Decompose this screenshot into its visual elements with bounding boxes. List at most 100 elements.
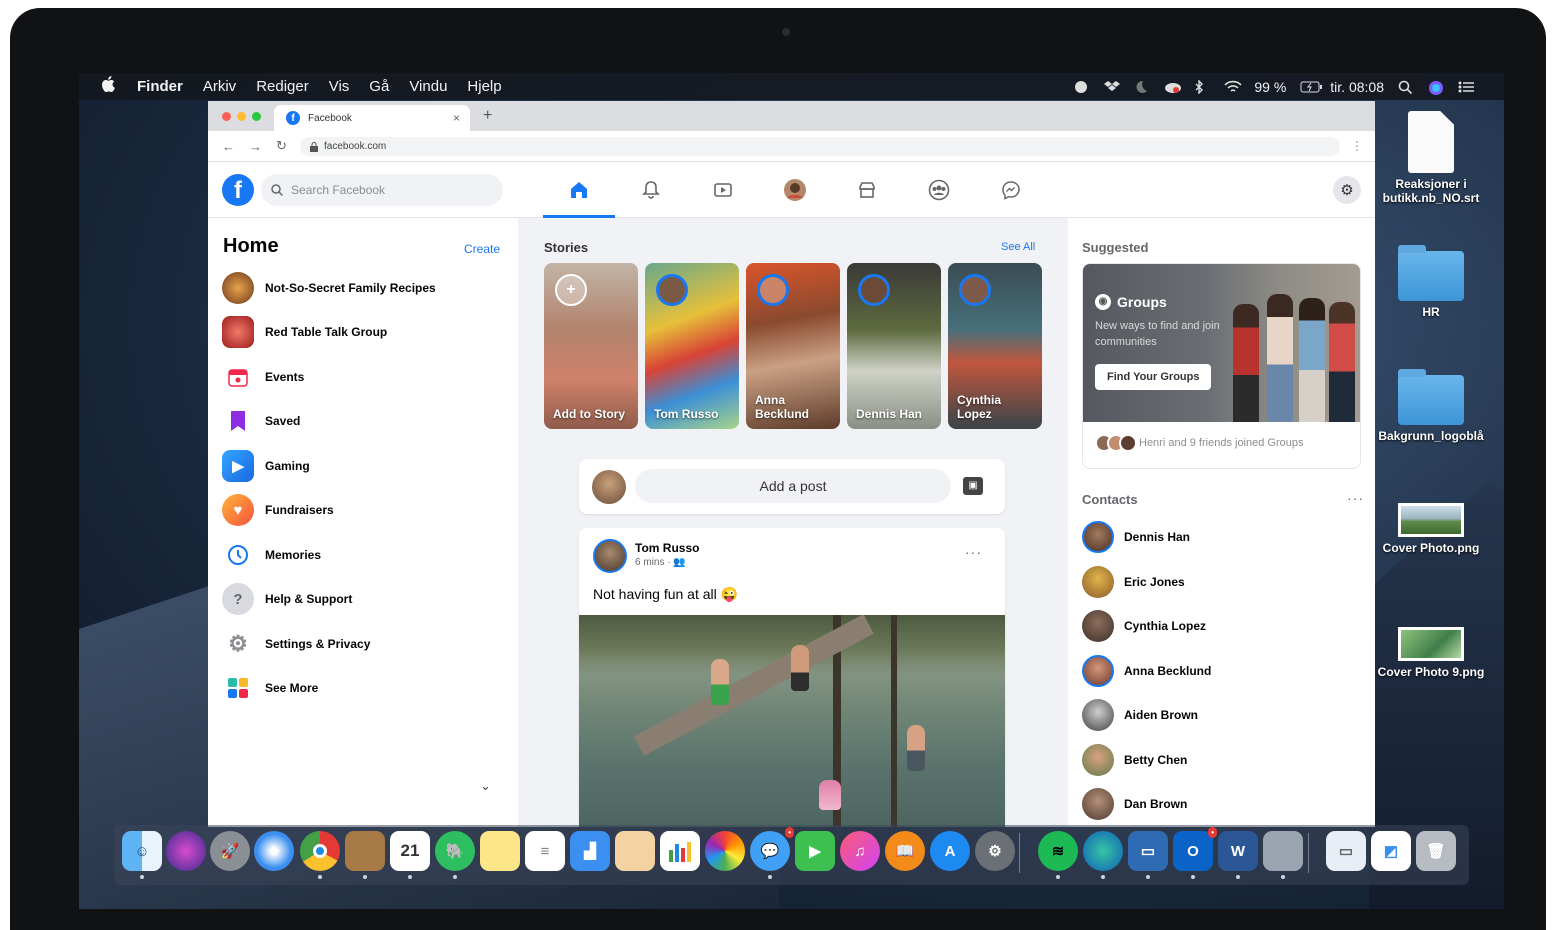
contact-item[interactable]: Dennis Han xyxy=(1082,521,1190,553)
siri-icon[interactable] xyxy=(1428,80,1444,95)
story-card[interactable]: Dennis Han xyxy=(847,263,941,429)
zoom-window-button[interactable] xyxy=(252,112,261,121)
dock-numbers-icon[interactable] xyxy=(660,831,700,871)
sidebar-item-family-recipes[interactable]: Not-So-Secret Family Recipes xyxy=(222,272,436,304)
dock-notes-book-icon[interactable] xyxy=(345,831,385,871)
minimize-window-button[interactable] xyxy=(237,112,246,121)
post-author-name[interactable]: Tom Russo xyxy=(635,541,699,555)
sidebar-item-events[interactable]: Events xyxy=(222,361,304,393)
menu-window[interactable]: Vindu xyxy=(409,78,447,95)
dock-app-store-icon[interactable]: A xyxy=(930,831,970,871)
nav-home-icon[interactable] xyxy=(543,162,615,218)
contact-item[interactable]: Anna Becklund xyxy=(1082,655,1211,687)
desktop-image-cover[interactable]: Cover Photo.png xyxy=(1371,503,1491,555)
menu-app-name[interactable]: Finder xyxy=(137,78,183,95)
dock-chrome-icon[interactable] xyxy=(300,831,340,871)
facebook-search-input[interactable]: Search Facebook xyxy=(261,174,503,206)
dock-messages-icon[interactable]: 💬 • xyxy=(750,827,794,871)
browser-tab[interactable]: f Facebook × xyxy=(274,105,470,131)
back-icon[interactable]: ← xyxy=(222,139,235,154)
story-card-add[interactable]: + Add to Story xyxy=(544,263,638,429)
dock-facetime-icon[interactable]: ▶ xyxy=(795,831,835,871)
desktop-file[interactable]: Reaksjoner i butikk.nb_NO.srt xyxy=(1371,111,1491,205)
sidebar-item-red-table-talk[interactable]: Red Table Talk Group xyxy=(222,316,387,348)
dock-reminders-icon[interactable]: ≡ xyxy=(525,831,565,871)
browser-menu-icon[interactable]: ⋮ xyxy=(1351,139,1363,153)
dock-edge-icon[interactable] xyxy=(1083,831,1123,871)
desktop-folder-hr[interactable]: HR xyxy=(1371,245,1491,319)
dock-photos-icon[interactable] xyxy=(705,831,745,871)
new-tab-icon[interactable]: + xyxy=(483,107,492,125)
contact-item[interactable]: Betty Chen xyxy=(1082,744,1187,776)
create-link[interactable]: Create xyxy=(464,242,500,256)
contact-item[interactable]: Aiden Brown xyxy=(1082,699,1198,731)
sidebar-item-memories[interactable]: Memories xyxy=(222,539,321,571)
dock-downloads-stack-icon[interactable]: ▭ xyxy=(1326,831,1366,871)
story-card[interactable]: Cynthia Lopez xyxy=(948,263,1042,429)
nav-marketplace-icon[interactable] xyxy=(831,162,903,218)
sidebar-item-gaming[interactable]: ▶ Gaming xyxy=(222,450,310,482)
dock-spotify-icon[interactable]: ≋ xyxy=(1038,831,1078,871)
sidebar-item-settings[interactable]: ⚙ Settings & Privacy xyxy=(222,628,370,660)
menu-go[interactable]: Gå xyxy=(369,78,389,95)
dock-stickies-icon[interactable] xyxy=(480,831,520,871)
contact-item[interactable]: Dan Brown xyxy=(1082,788,1187,820)
wifi-icon[interactable] xyxy=(1224,80,1242,94)
evernote-status-icon[interactable] xyxy=(1074,80,1090,94)
forward-icon[interactable]: → xyxy=(249,139,262,154)
nav-groups-icon[interactable] xyxy=(903,162,975,218)
dock-system-preferences-icon[interactable]: ⚙ xyxy=(975,831,1015,871)
story-card[interactable]: Tom Russo xyxy=(645,263,739,429)
add-post-input[interactable]: Add a post xyxy=(635,469,951,503)
nav-messenger-icon[interactable] xyxy=(975,162,1047,218)
chevron-down-icon[interactable]: ⌄ xyxy=(480,778,491,794)
dock-safari-icon[interactable]: ✦ xyxy=(254,831,294,871)
nav-watch-icon[interactable] xyxy=(687,162,759,218)
dock-documents-stack-icon[interactable]: ◩ xyxy=(1371,831,1411,871)
photo-icon[interactable]: ▣ xyxy=(963,477,983,495)
nav-profile-avatar[interactable] xyxy=(759,162,831,218)
dock-trash-icon[interactable]: 🗑 xyxy=(1416,831,1456,871)
spotlight-search-icon[interactable] xyxy=(1398,80,1414,94)
dock-keynote-icon[interactable]: ▟ xyxy=(570,831,610,871)
menu-view[interactable]: Vis xyxy=(329,78,350,95)
dock-preview-icon[interactable] xyxy=(615,831,655,871)
nav-notifications-bell-icon[interactable] xyxy=(615,162,687,218)
menu-edit[interactable]: Rediger xyxy=(256,78,309,95)
dock-finder-icon[interactable]: ☺ xyxy=(122,831,162,871)
creative-cloud-status-icon[interactable] xyxy=(1164,80,1182,94)
menu-clock[interactable]: tir. 08:08 xyxy=(1330,79,1384,95)
dock-screenshot-icon[interactable] xyxy=(1263,831,1303,871)
stories-see-all-link[interactable]: See All xyxy=(1001,241,1035,253)
dropbox-status-icon[interactable] xyxy=(1104,80,1121,94)
desktop-image-cover-9[interactable]: Cover Photo 9.png xyxy=(1371,627,1491,679)
bluetooth-icon[interactable] xyxy=(1194,78,1210,95)
dock-launchpad-icon[interactable]: 🚀 xyxy=(210,831,250,871)
dock-screen-sharing-icon[interactable]: ▭ xyxy=(1128,831,1168,871)
sidebar-item-see-more[interactable]: See More xyxy=(222,672,318,704)
post-photo[interactable] xyxy=(579,615,1005,827)
contact-item[interactable]: Eric Jones xyxy=(1082,566,1185,598)
contacts-more-icon[interactable]: ··· xyxy=(1347,490,1364,506)
find-your-groups-button[interactable]: Find Your Groups xyxy=(1095,364,1212,390)
story-card[interactable]: Anna Becklund xyxy=(746,263,840,429)
dock-word-icon[interactable]: W xyxy=(1218,831,1258,871)
moon-status-icon[interactable] xyxy=(1134,80,1150,94)
contact-item[interactable]: Cynthia Lopez xyxy=(1082,610,1206,642)
sidebar-item-saved[interactable]: Saved xyxy=(222,405,300,437)
dock-outlook-icon[interactable]: O • xyxy=(1173,827,1217,871)
dock-evernote-icon[interactable]: 🐘 xyxy=(435,831,475,871)
apple-menu-icon[interactable] xyxy=(101,76,119,97)
sidebar-item-help[interactable]: ? Help & Support xyxy=(222,583,352,615)
desktop-folder-bakgrunn[interactable]: Bakgrunn_logoblå xyxy=(1371,369,1491,443)
battery-percent[interactable]: 99 % xyxy=(1254,79,1286,95)
close-tab-icon[interactable]: × xyxy=(453,111,460,125)
menu-help[interactable]: Hjelp xyxy=(467,78,501,95)
facebook-logo-icon[interactable]: f xyxy=(222,174,254,206)
dock-books-icon[interactable]: 📖 xyxy=(885,831,925,871)
post-more-options-icon[interactable]: ··· xyxy=(965,544,982,560)
reload-icon[interactable]: ↻ xyxy=(276,138,287,154)
dock-music-icon[interactable]: ♫ xyxy=(840,831,880,871)
post-author-avatar[interactable] xyxy=(593,539,627,573)
notification-center-icon[interactable] xyxy=(1458,80,1474,94)
